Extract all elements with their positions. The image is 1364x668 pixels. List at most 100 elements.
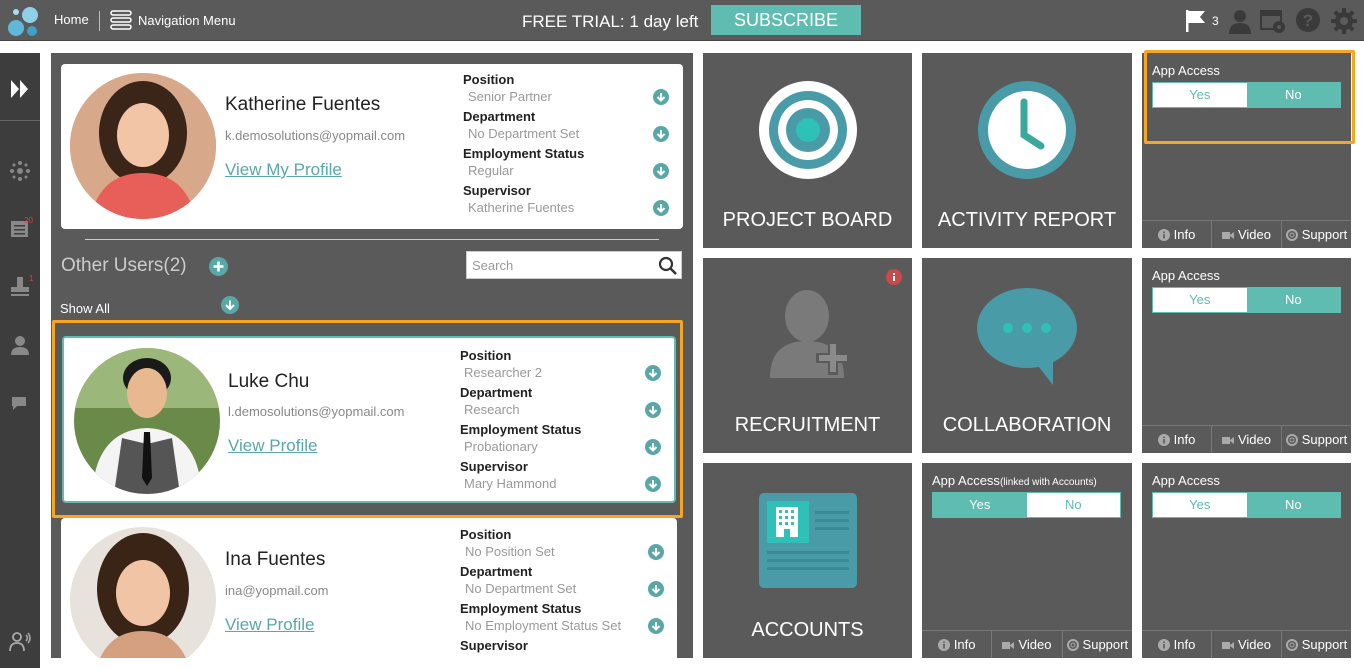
person-icon[interactable] (8, 333, 32, 357)
chevron-down-icon[interactable] (648, 544, 664, 560)
chevron-down-icon[interactable] (645, 439, 661, 455)
chevron-down-icon[interactable] (648, 618, 664, 634)
app-access-panel-linked: App Access(linked with Accounts) Yes No … (922, 463, 1132, 658)
no-option[interactable]: No (1246, 493, 1340, 517)
dashboard-icon[interactable] (8, 159, 32, 183)
support-label: Support (1301, 432, 1348, 447)
add-user-icon[interactable] (209, 257, 228, 276)
info-icon (937, 638, 950, 651)
trial-suffix: day left (638, 12, 699, 31)
field-label: Supervisor (460, 638, 528, 653)
user-card[interactable]: Luke Chu l.demosolutions@yopmail.com Vie… (62, 336, 676, 503)
subscribe-button[interactable]: SUBSCRIBE (711, 5, 861, 35)
app-access-title-text: App Access (932, 473, 1000, 488)
help-icon[interactable]: ? (1294, 7, 1322, 35)
gear-icon[interactable] (1330, 7, 1358, 35)
app-logo[interactable] (6, 4, 42, 38)
profiles-panel: Katherine Fuentes k.demosolutions@yopmai… (51, 53, 693, 658)
chevron-down-icon[interactable] (653, 89, 669, 105)
video-label: Video (1018, 637, 1052, 652)
field-label: Employment Status (460, 422, 582, 437)
video-button[interactable]: Video (992, 630, 1063, 658)
trial-notice: FREE TRIAL: 1 day left (522, 12, 698, 32)
home-link[interactable]: Home (54, 12, 89, 27)
chevron-down-icon[interactable] (648, 581, 664, 597)
trial-days: 1 (629, 12, 639, 31)
my-avatar (70, 73, 216, 219)
access-footer: Info Video Support (1142, 630, 1351, 658)
field-label: Position (460, 527, 512, 542)
field-value: Researcher 2 (464, 365, 543, 380)
user-email: ina@yopmail.com (225, 583, 329, 598)
field-label: Department (460, 385, 533, 400)
search-box (466, 251, 682, 279)
search-icon[interactable] (658, 256, 678, 276)
accessibility-icon[interactable] (8, 629, 32, 653)
app-access-highlight (1144, 50, 1355, 144)
video-label: Video (1237, 227, 1271, 242)
access-footer: Info Video Support (1142, 425, 1351, 453)
app-access-title: App Access (1152, 473, 1220, 488)
user-icon[interactable] (1226, 7, 1254, 35)
divider (85, 239, 659, 240)
video-icon (1221, 436, 1234, 444)
view-my-profile-link[interactable]: View My Profile (225, 160, 342, 180)
view-profile-link[interactable]: View Profile (228, 436, 317, 456)
support-button[interactable]: Support (1062, 630, 1132, 658)
support-button[interactable]: Support (1282, 220, 1351, 248)
info-icon (1157, 433, 1170, 446)
navigation-menu-button[interactable]: Navigation Menu (110, 10, 236, 30)
support-button[interactable]: Support (1282, 630, 1351, 658)
chevron-down-icon[interactable] (221, 296, 239, 314)
flag-icon[interactable] (1183, 8, 1209, 34)
project-board-tile[interactable]: PROJECT BOARD (703, 53, 912, 248)
chevron-down-icon[interactable] (653, 126, 669, 142)
yes-option[interactable]: Yes (1153, 288, 1247, 312)
rail-divider (0, 120, 40, 121)
field-label: Employment Status (460, 601, 582, 616)
support-icon (1285, 228, 1298, 241)
chevron-down-icon[interactable] (653, 163, 669, 179)
info-button[interactable]: Info (1142, 630, 1212, 658)
info-label: Info (1173, 637, 1196, 652)
yes-option[interactable]: Yes (933, 493, 1027, 517)
info-button[interactable]: Info (1142, 220, 1212, 248)
no-option[interactable]: No (1246, 288, 1340, 312)
search-input[interactable] (467, 252, 647, 278)
video-icon (1221, 641, 1234, 649)
support-label: Support (1301, 637, 1348, 652)
user-avatar (70, 527, 216, 658)
info-button[interactable]: Info (1142, 425, 1212, 453)
yes-option[interactable]: Yes (1153, 493, 1247, 517)
field-label: Supervisor (463, 183, 531, 198)
support-button[interactable]: Support (1282, 425, 1351, 453)
stamp-badge: 1 (29, 274, 34, 283)
chevron-down-icon[interactable] (645, 365, 661, 381)
video-label: Video (1237, 637, 1271, 652)
chevron-down-icon[interactable] (645, 402, 661, 418)
expand-sidebar-icon[interactable] (8, 77, 32, 101)
user-card[interactable]: Ina Fuentes ina@yopmail.com View Profile… (61, 518, 677, 658)
info-icon (1157, 228, 1170, 241)
chevron-down-icon[interactable] (653, 200, 669, 216)
chevron-down-icon[interactable] (645, 476, 661, 492)
calendar-settings-icon[interactable] (1259, 7, 1287, 35)
field-value: No Department Set (465, 581, 577, 596)
chat-icon[interactable] (8, 391, 32, 415)
clock-icon (978, 81, 1076, 179)
recruitment-tile[interactable]: RECRUITMENT (703, 258, 912, 453)
divider (99, 11, 100, 31)
video-button[interactable]: Video (1212, 425, 1282, 453)
info-icon[interactable] (886, 269, 902, 285)
field-label: Department (463, 109, 536, 124)
collaboration-tile[interactable]: COLLABORATION (922, 258, 1132, 453)
no-option[interactable]: No (1026, 493, 1120, 517)
show-all-link[interactable]: Show All (60, 301, 110, 316)
view-profile-link[interactable]: View Profile (225, 615, 314, 635)
video-button[interactable]: Video (1212, 630, 1282, 658)
accounts-tile[interactable]: ACCOUNTS (703, 463, 912, 658)
video-button[interactable]: Video (1212, 220, 1282, 248)
field-label: Employment Status (463, 146, 585, 161)
info-button[interactable]: Info (922, 630, 993, 658)
activity-report-tile[interactable]: ACTIVITY REPORT (922, 53, 1132, 248)
